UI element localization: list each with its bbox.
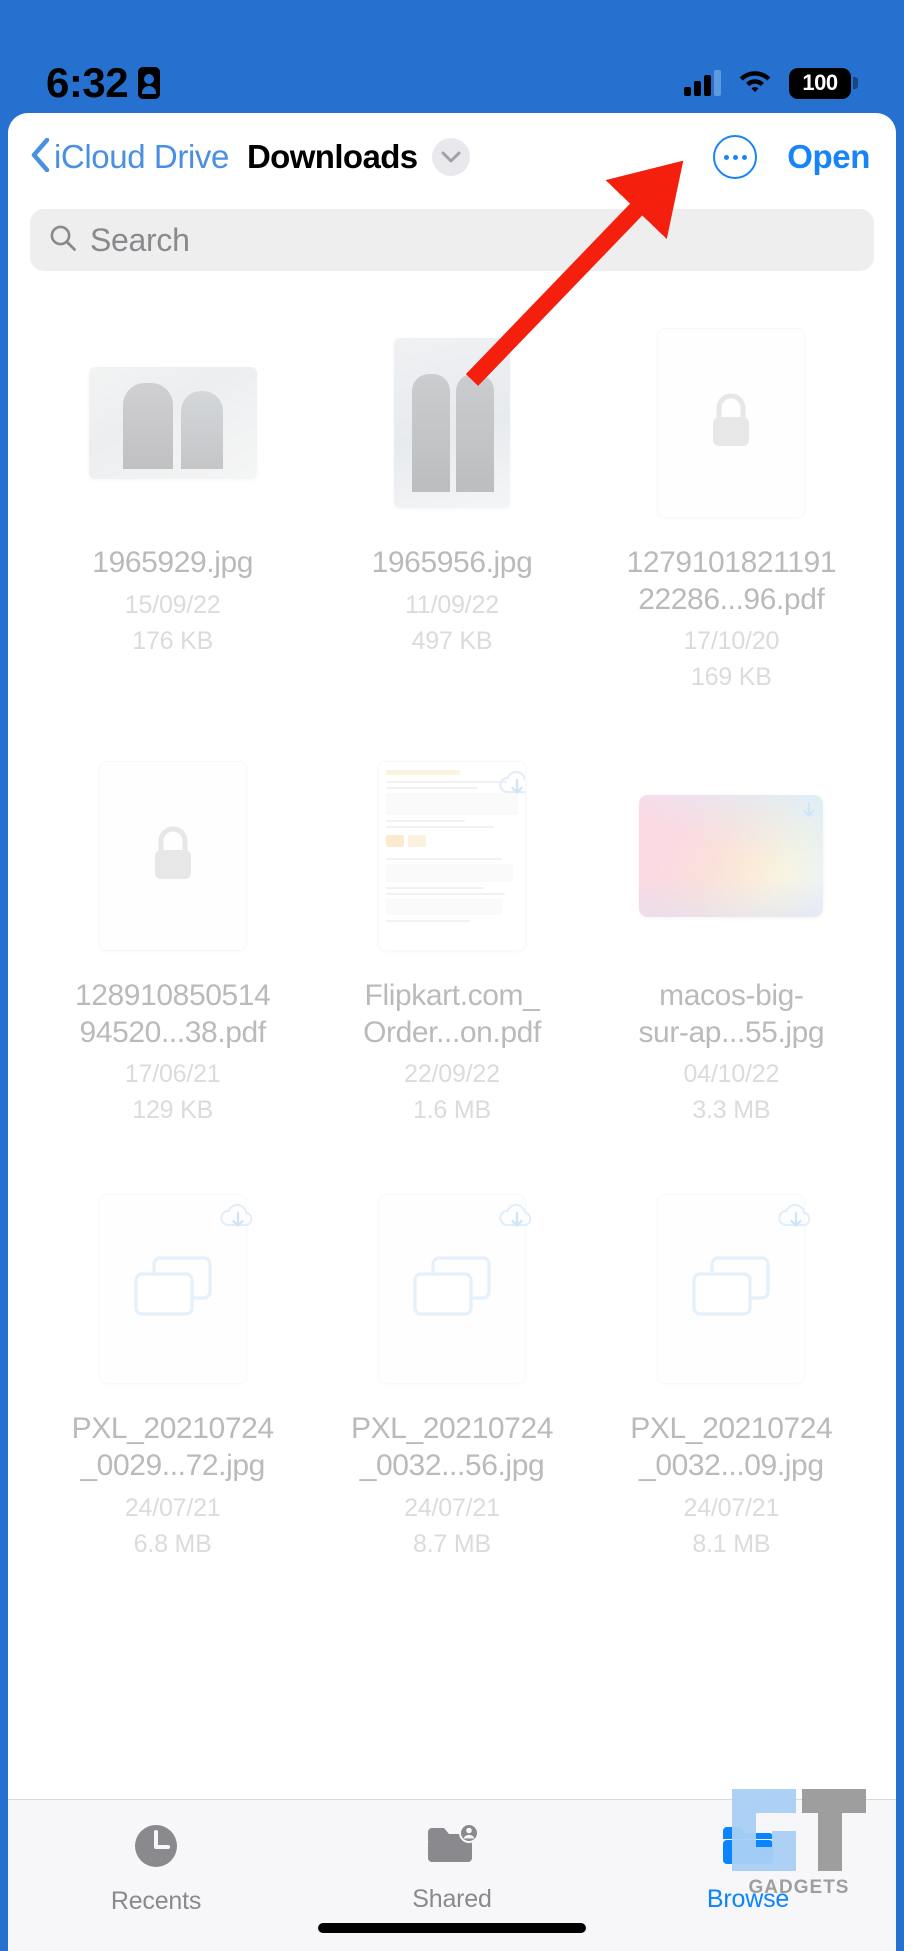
file-name: PXL_20210724 _0032...56.jpg bbox=[350, 1412, 554, 1482]
image-stack-thumbnail bbox=[657, 1194, 811, 1385]
icloud-download-icon bbox=[776, 1201, 816, 1233]
tab-recents-label: Recents bbox=[110, 1887, 202, 1915]
search-placeholder: Search bbox=[90, 221, 190, 258]
chevron-down-icon[interactable] bbox=[431, 138, 470, 176]
face-id-lock-icon bbox=[138, 67, 161, 99]
file-size: 497 KB bbox=[411, 626, 493, 655]
navigation-bar: iCloud Drive Downloads Open bbox=[8, 113, 896, 201]
locked-document-thumbnail bbox=[98, 761, 247, 952]
shared-folder-icon bbox=[424, 1820, 480, 1875]
file-name: Flipkart.com_ Order...on.pdf bbox=[363, 979, 541, 1049]
file-name: PXL_20210724 _0029...72.jpg bbox=[71, 1412, 274, 1482]
file-item[interactable]: PXL_20210724 _0032...56.jpg 24/07/21 8.7 … bbox=[317, 1183, 586, 1558]
icloud-download-icon bbox=[497, 1201, 537, 1233]
home-indicator bbox=[318, 1923, 586, 1933]
file-item[interactable]: macos-big-sur-ap...55.jpg 04/10/22 3.3 M… bbox=[597, 750, 866, 1125]
lock-icon bbox=[703, 390, 759, 457]
chevron-left-icon bbox=[30, 137, 50, 177]
file-thumbnail bbox=[625, 1183, 837, 1395]
file-name: macos-big-sur-ap...55.jpg bbox=[638, 979, 825, 1049]
lock-icon bbox=[145, 823, 201, 890]
photo-thumbnail-icon bbox=[393, 338, 510, 508]
image-stack-thumbnail bbox=[98, 1194, 252, 1385]
locked-document-thumbnail bbox=[657, 328, 806, 518]
file-name: PXL_20210724 _0032...09.jpg bbox=[630, 1412, 833, 1482]
file-date: 17/10/20 bbox=[683, 627, 780, 656]
back-button[interactable]: iCloud Drive bbox=[30, 137, 229, 177]
file-date: 22/09/22 bbox=[404, 1060, 500, 1089]
search-bar-container: Search bbox=[8, 201, 896, 271]
file-name: 1965956.jpg bbox=[371, 546, 533, 579]
file-grid: 1965929.jpg 15/09/22 176 KB 1965956.jpg … bbox=[8, 271, 896, 1559]
file-date: 04/10/22 bbox=[683, 1060, 780, 1089]
file-size: 6.8 MB bbox=[133, 1529, 212, 1558]
file-name: 128910850514 94520...38.pdf bbox=[74, 979, 271, 1049]
file-item[interactable]: PXL_20210724 _0029...72.jpg 24/07/21 6.8 … bbox=[38, 1183, 307, 1558]
file-date: 15/09/22 bbox=[124, 590, 221, 619]
wallpaper-thumbnail bbox=[639, 795, 824, 918]
file-thumbnail bbox=[67, 1183, 279, 1395]
status-bar-right: 100 bbox=[684, 67, 858, 99]
file-date: 24/07/21 bbox=[404, 1493, 500, 1522]
file-size: 169 KB bbox=[690, 663, 772, 692]
file-date: 17/06/21 bbox=[124, 1060, 221, 1089]
files-sheet: iCloud Drive Downloads Open Search 19659… bbox=[8, 113, 896, 1951]
status-bar-left: 6:32 bbox=[46, 59, 161, 107]
file-thumbnail bbox=[67, 750, 279, 962]
file-item[interactable]: 1965929.jpg 15/09/22 176 KB bbox=[38, 317, 307, 692]
tab-recents[interactable]: Recents bbox=[8, 1820, 304, 1916]
gt-gadgets-watermark: GADGETS bbox=[724, 1769, 874, 1899]
file-name: 1965929.jpg bbox=[92, 546, 254, 579]
tab-shared[interactable]: Shared bbox=[304, 1820, 600, 1914]
file-item[interactable]: 1965956.jpg 11/09/22 497 KB bbox=[317, 317, 586, 692]
image-stack-icon bbox=[132, 1254, 214, 1325]
file-name: 1279101821191 22286...96.pdf bbox=[626, 546, 837, 616]
back-button-label: iCloud Drive bbox=[54, 138, 229, 175]
status-time: 6:32 bbox=[46, 59, 129, 106]
wifi-icon bbox=[738, 68, 772, 99]
navigation-bar-actions: Open bbox=[713, 135, 874, 179]
file-size: 1.6 MB bbox=[412, 1096, 491, 1125]
file-thumbnail bbox=[625, 750, 837, 962]
search-input[interactable]: Search bbox=[30, 209, 874, 271]
ellipsis-circle-icon[interactable] bbox=[713, 135, 758, 179]
open-button[interactable]: Open bbox=[787, 138, 870, 176]
tab-shared-label: Shared bbox=[412, 1885, 492, 1913]
file-thumbnail bbox=[67, 317, 279, 529]
file-size: 8.7 MB bbox=[412, 1529, 491, 1558]
battery-percent: 100 bbox=[802, 70, 838, 95]
file-item[interactable]: PXL_20210724 _0032...09.jpg 24/07/21 8.1 … bbox=[597, 1183, 866, 1558]
file-thumbnail bbox=[346, 750, 558, 962]
file-date: 24/07/21 bbox=[683, 1493, 780, 1522]
file-size: 8.1 MB bbox=[692, 1529, 771, 1558]
image-stack-thumbnail bbox=[377, 1194, 532, 1385]
file-size: 3.3 MB bbox=[692, 1096, 771, 1125]
file-size: 129 KB bbox=[132, 1096, 214, 1125]
icloud-download-icon bbox=[789, 795, 824, 823]
cellular-signal-icon bbox=[684, 70, 721, 96]
battery-icon: 100 bbox=[789, 67, 858, 99]
folder-title-button[interactable]: Downloads bbox=[247, 138, 470, 176]
search-icon bbox=[48, 223, 78, 258]
file-date: 24/07/21 bbox=[124, 1493, 221, 1522]
receipt-document-thumbnail bbox=[377, 761, 526, 952]
file-item[interactable]: 1279101821191 22286...96.pdf 17/10/20 169… bbox=[597, 317, 866, 692]
image-stack-icon bbox=[690, 1254, 772, 1325]
icloud-download-icon bbox=[497, 768, 525, 800]
file-thumbnail bbox=[346, 1183, 558, 1395]
page-title: Downloads bbox=[246, 138, 418, 175]
file-thumbnail bbox=[346, 317, 558, 529]
file-thumbnail bbox=[625, 317, 837, 529]
photo-thumbnail-icon bbox=[88, 367, 257, 479]
image-stack-icon bbox=[411, 1254, 493, 1325]
clock-icon bbox=[130, 1820, 182, 1877]
file-item[interactable]: 128910850514 94520...38.pdf 17/06/21 129 … bbox=[38, 750, 307, 1125]
file-date: 11/09/22 bbox=[405, 590, 499, 619]
watermark-text: GADGETS bbox=[749, 1877, 850, 1898]
icloud-download-icon bbox=[218, 1201, 258, 1233]
file-item[interactable]: Flipkart.com_ Order...on.pdf 22/09/22 1.6… bbox=[317, 750, 586, 1125]
file-size: 176 KB bbox=[132, 626, 214, 655]
